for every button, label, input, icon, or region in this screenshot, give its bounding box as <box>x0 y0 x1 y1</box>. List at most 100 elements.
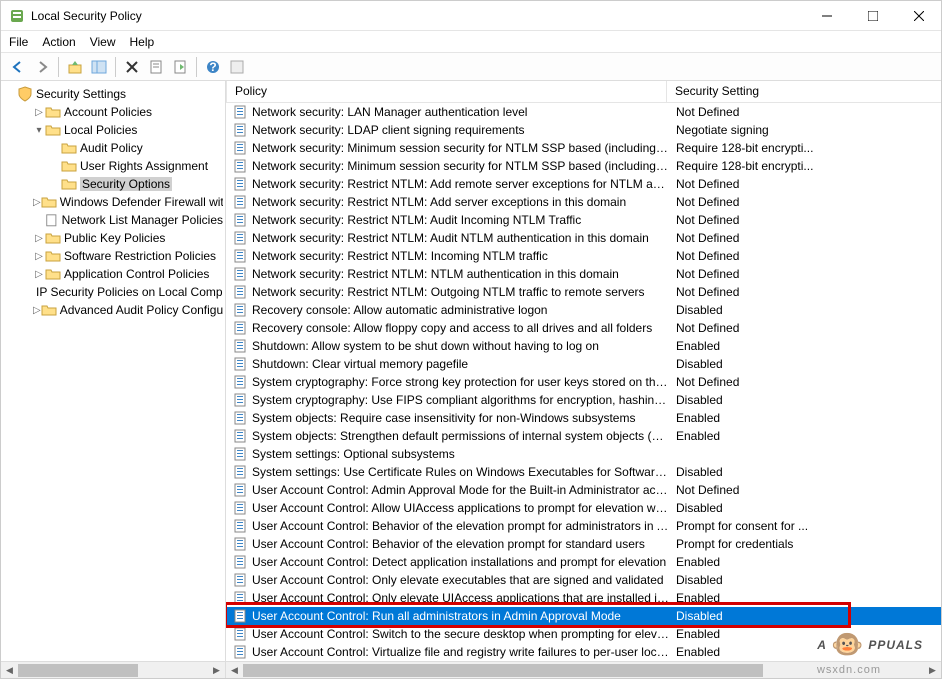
scroll-thumb[interactable] <box>243 664 763 677</box>
forward-button[interactable] <box>31 56 53 78</box>
column-setting[interactable]: Security Setting <box>666 81 941 102</box>
refresh-button[interactable] <box>226 56 248 78</box>
policy-row[interactable]: Shutdown: Clear virtual memory pagefileD… <box>226 355 941 373</box>
menu-view[interactable]: View <box>90 35 116 49</box>
policy-row[interactable]: Recovery console: Allow floppy copy and … <box>226 319 941 337</box>
policy-icon <box>232 518 248 534</box>
tree-audit-policy[interactable]: Audit Policy <box>3 139 223 157</box>
show-hide-tree-button[interactable] <box>88 56 110 78</box>
tree-scroll-h[interactable]: ◀ ▶ <box>1 661 225 678</box>
properties-button[interactable] <box>145 56 167 78</box>
policy-row[interactable]: User Account Control: Admin Approval Mod… <box>226 481 941 499</box>
policy-row[interactable]: Network security: Restrict NTLM: Add ser… <box>226 193 941 211</box>
policy-icon <box>232 122 248 138</box>
policy-row[interactable]: Recovery console: Allow automatic admini… <box>226 301 941 319</box>
menu-help[interactable]: Help <box>130 35 155 49</box>
policy-row[interactable]: Network security: Minimum session securi… <box>226 139 941 157</box>
policy-setting: Not Defined <box>670 213 941 227</box>
policy-row[interactable]: System cryptography: Force strong key pr… <box>226 373 941 391</box>
scroll-left-icon[interactable]: ◀ <box>226 662 243 678</box>
policy-row[interactable]: System settings: Optional subsystems <box>226 445 941 463</box>
tree-app-control[interactable]: ▷ Application Control Policies <box>3 265 223 283</box>
policy-row[interactable]: User Account Control: Behavior of the el… <box>226 517 941 535</box>
policy-name: User Account Control: Allow UIAccess app… <box>252 501 670 515</box>
tree-public-key[interactable]: ▷ Public Key Policies <box>3 229 223 247</box>
policy-icon <box>232 140 248 156</box>
export-button[interactable] <box>169 56 191 78</box>
policy-row[interactable]: Shutdown: Allow system to be shut down w… <box>226 337 941 355</box>
policy-icon <box>232 554 248 570</box>
policy-row[interactable]: Network security: Restrict NTLM: Audit I… <box>226 211 941 229</box>
policy-row[interactable]: Network security: Restrict NTLM: NTLM au… <box>226 265 941 283</box>
titlebar: Local Security Policy <box>1 1 941 31</box>
back-button[interactable] <box>7 56 29 78</box>
list-pane: Policy Security Setting Network security… <box>226 81 941 678</box>
chevron-down-icon: ▾ <box>33 125 45 136</box>
help-button[interactable]: ? <box>202 56 224 78</box>
maximize-button[interactable] <box>859 6 887 26</box>
policy-row[interactable]: User Account Control: Run all administra… <box>226 607 941 625</box>
policy-row[interactable]: Network security: Restrict NTLM: Incomin… <box>226 247 941 265</box>
tree-windows-firewall[interactable]: ▷ Windows Defender Firewall with Advance… <box>3 193 223 211</box>
policy-row[interactable]: Network security: Restrict NTLM: Add rem… <box>226 175 941 193</box>
policy-setting: Not Defined <box>670 231 941 245</box>
folder-icon <box>61 176 77 192</box>
tree-software-restriction[interactable]: ▷ Software Restriction Policies <box>3 247 223 265</box>
url-watermark: wsxdn.com <box>817 664 881 676</box>
menu-action[interactable]: Action <box>42 35 75 49</box>
policy-setting: Enabled <box>670 555 941 569</box>
policy-setting: Prompt for credentials <box>670 537 941 551</box>
folder-icon <box>61 158 77 174</box>
tree-pane: Security Settings ▷ Account Policies ▾ L… <box>1 81 226 678</box>
policy-row[interactable]: User Account Control: Behavior of the el… <box>226 535 941 553</box>
policy-row[interactable]: User Account Control: Only elevate UIAcc… <box>226 589 941 607</box>
tree-user-rights[interactable]: User Rights Assignment <box>3 157 223 175</box>
policy-row[interactable]: Network security: LDAP client signing re… <box>226 121 941 139</box>
policy-icon <box>232 248 248 264</box>
tree-local-policies[interactable]: ▾ Local Policies <box>3 121 223 139</box>
policy-setting: Not Defined <box>670 267 941 281</box>
scroll-right-icon[interactable]: ▶ <box>208 662 225 678</box>
tree-advanced-audit[interactable]: ▷ Advanced Audit Policy Configuration <box>3 301 223 319</box>
tree-network-list[interactable]: Network List Manager Policies <box>3 211 223 229</box>
folder-icon <box>45 104 61 120</box>
policy-row[interactable]: User Account Control: Allow UIAccess app… <box>226 499 941 517</box>
delete-button[interactable] <box>121 56 143 78</box>
policy-row[interactable]: User Account Control: Only elevate execu… <box>226 571 941 589</box>
policy-icon <box>232 536 248 552</box>
policy-setting: Disabled <box>670 501 941 515</box>
tree-security-options[interactable]: Security Options <box>3 175 223 193</box>
policy-setting: Not Defined <box>670 483 941 497</box>
policy-row[interactable]: System cryptography: Use FIPS compliant … <box>226 391 941 409</box>
policy-row[interactable]: Network security: Restrict NTLM: Audit N… <box>226 229 941 247</box>
tree-account-policies[interactable]: ▷ Account Policies <box>3 103 223 121</box>
minimize-button[interactable] <box>813 6 841 26</box>
up-button[interactable] <box>64 56 86 78</box>
toolbar-separator <box>196 57 197 77</box>
policy-setting: Not Defined <box>670 321 941 335</box>
column-policy[interactable]: Policy <box>226 81 666 102</box>
policy-setting: Prompt for consent for ... <box>670 519 941 533</box>
menu-file[interactable]: File <box>9 35 28 49</box>
policy-row[interactable]: User Account Control: Detect application… <box>226 553 941 571</box>
policy-row[interactable]: Network security: Restrict NTLM: Outgoin… <box>226 283 941 301</box>
policy-setting: Negotiate signing <box>670 123 941 137</box>
policy-name: Network security: Minimum session securi… <box>252 141 670 155</box>
scroll-thumb[interactable] <box>18 664 138 677</box>
policy-row[interactable]: Network security: Minimum session securi… <box>226 157 941 175</box>
tree-root[interactable]: Security Settings <box>3 85 223 103</box>
policy-name: System settings: Optional subsystems <box>252 447 670 461</box>
policy-row[interactable]: Network security: LAN Manager authentica… <box>226 103 941 121</box>
policy-row[interactable]: System settings: Use Certificate Rules o… <box>226 463 941 481</box>
folder-icon <box>61 140 77 156</box>
chevron-right-icon: ▷ <box>33 305 41 316</box>
policy-setting: Enabled <box>670 411 941 425</box>
policy-name: System cryptography: Use FIPS compliant … <box>252 393 670 407</box>
tree-ip-security[interactable]: IP Security Policies on Local Computer <box>3 283 223 301</box>
scroll-left-icon[interactable]: ◀ <box>1 662 18 678</box>
scroll-right-icon[interactable]: ▶ <box>924 662 941 678</box>
policy-icon <box>232 338 248 354</box>
policy-row[interactable]: System objects: Strengthen default permi… <box>226 427 941 445</box>
close-button[interactable] <box>905 6 933 26</box>
policy-row[interactable]: System objects: Require case insensitivi… <box>226 409 941 427</box>
